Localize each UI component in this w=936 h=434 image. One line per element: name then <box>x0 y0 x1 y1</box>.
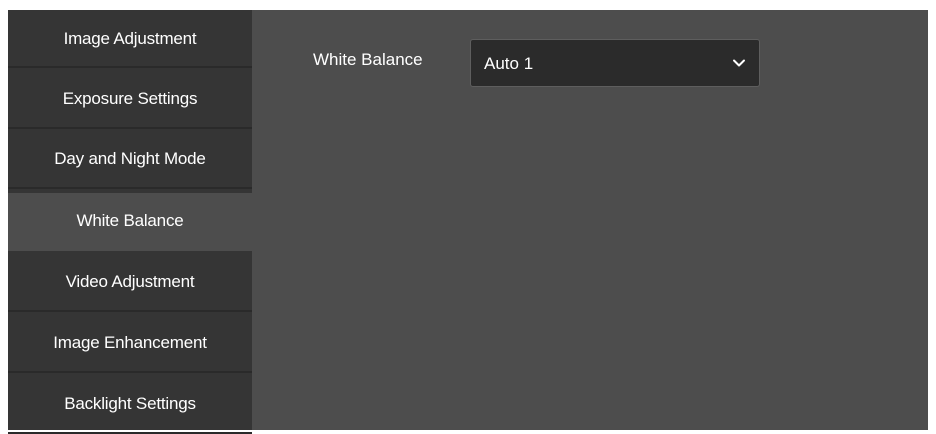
chevron-down-icon <box>731 55 747 71</box>
sidebar-item-label: Day and Night Mode <box>54 149 206 168</box>
sidebar-item-label: White Balance <box>76 211 184 230</box>
white-balance-selected-value: Auto 1 <box>484 54 534 73</box>
white-balance-label: White Balance <box>313 50 423 69</box>
sidebar-item-label: Video Adjustment <box>65 272 195 291</box>
white-balance-select[interactable]: Auto 1 <box>470 39 760 87</box>
sidebar-item-exposure-settings[interactable]: Exposure Settings <box>8 71 252 129</box>
sidebar-item-label: Backlight Settings <box>64 394 196 413</box>
sidebar-item-backlight-settings[interactable]: Backlight Settings <box>8 376 252 434</box>
sidebar-item-video-adjustment[interactable]: Video Adjustment <box>8 254 252 312</box>
sidebar-item-image-adjustment[interactable]: Image Adjustment <box>8 10 252 68</box>
sidebar-item-day-and-night-mode[interactable]: Day and Night Mode <box>8 131 252 189</box>
main-content: White Balance Auto 1 <box>252 10 928 430</box>
sidebar-item-label: Exposure Settings <box>62 89 198 108</box>
sidebar-item-white-balance[interactable]: White Balance <box>8 193 252 251</box>
sidebar: Image Adjustment Exposure Settings Day a… <box>8 10 252 434</box>
sidebar-item-label: Image Adjustment <box>63 29 197 48</box>
sidebar-item-image-enhancement[interactable]: Image Enhancement <box>8 315 252 373</box>
sidebar-item-label: Image Enhancement <box>53 333 207 352</box>
settings-panel: Image Adjustment Exposure Settings Day a… <box>8 10 928 434</box>
